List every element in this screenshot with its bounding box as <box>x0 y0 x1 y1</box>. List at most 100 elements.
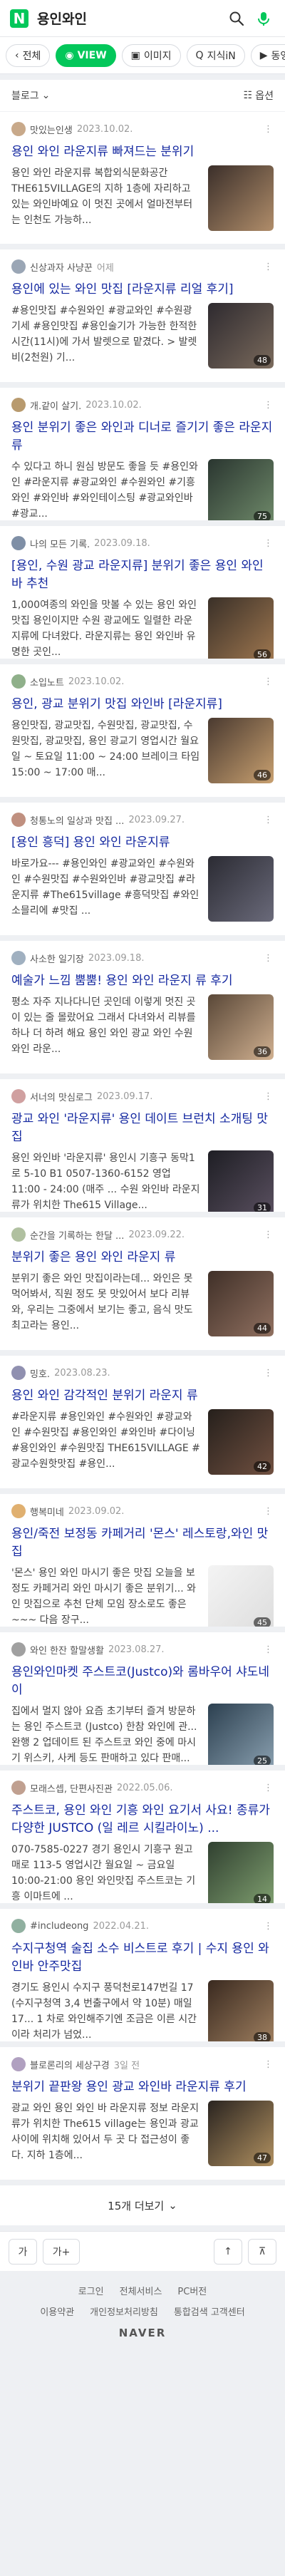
blog-name[interactable]: 신상과자 사냥꾼 <box>30 260 93 274</box>
post-thumbnail[interactable]: 46 <box>208 718 274 783</box>
blog-name[interactable]: 서너의 맛심로그 <box>30 1090 93 1103</box>
result-card[interactable]: 행복미네 2023.09.02. ⋮ 용인/죽전 보정동 카페거리 '몬스' 레… <box>0 1494 285 1627</box>
tab-kin[interactable]: Q 지식iN <box>186 43 245 67</box>
more-options-icon[interactable]: ⋮ <box>264 953 274 964</box>
result-card[interactable]: 순간을 기록하는 한달 ... 2023.09.22. ⋮ 분위기 좋은 용인 … <box>0 1217 285 1350</box>
post-title[interactable]: 용인/죽전 보정동 카페거리 '몬스' 레스토랑,와인 맛집 <box>11 1525 274 1561</box>
post-thumbnail[interactable]: 48 <box>208 303 274 369</box>
footer-link[interactable]: 전체서비스 <box>120 2284 162 2297</box>
post-snippet[interactable]: 1,000여종의 와인을 맛볼 수 있는 용인 와인 맛집 용인이지만 수원 광… <box>11 597 201 659</box>
avatar[interactable] <box>11 1366 26 1380</box>
more-options-icon[interactable]: ⋮ <box>264 2059 274 2070</box>
post-title[interactable]: 분위기 끝판왕 용인 광교 와인바 라운지류 후기 <box>11 2078 274 2096</box>
post-snippet[interactable]: 용인 와인 라운지류 복합외식문화공간 THE615VILLAGE의 지하 1층… <box>11 165 201 228</box>
post-snippet[interactable]: 수 있다고 하니 원심 방문도 좋을 듯 #용인와인 #라운지류 #광교와인 #… <box>11 459 201 520</box>
post-title[interactable]: 용인, 광교 분위기 맛집 와인바 [라운지류] <box>11 696 274 713</box>
blog-name[interactable]: 나의 모든 기록. <box>30 537 90 550</box>
more-options-icon[interactable]: ⋮ <box>264 1091 274 1102</box>
text-size-small-button[interactable]: 가 <box>9 2238 37 2265</box>
post-snippet[interactable]: 용인맛집, 광교맛집, 수원맛집, 광교맛집, 수원맛집, 광교맛집, 용인 광… <box>11 718 201 780</box>
post-snippet[interactable]: #용인맛집 #수원와인 #광교와인 #수원광기세 #용인맛집 #용인술기가 가능… <box>11 303 201 366</box>
tab-image[interactable]: ▣ 이미지 <box>121 43 181 67</box>
avatar[interactable] <box>11 536 26 550</box>
blog-name[interactable]: 소입노트 <box>30 675 64 689</box>
avatar[interactable] <box>11 122 26 136</box>
search-query[interactable]: 용인와인 <box>37 9 221 28</box>
avatar[interactable] <box>11 398 26 412</box>
more-options-icon[interactable]: ⋮ <box>264 538 274 549</box>
tab-video[interactable]: ▶ 동영상 <box>250 43 285 67</box>
avatar[interactable] <box>11 1781 26 1795</box>
post-title[interactable]: 용인 분위기 좋은 와인과 디너로 즐기기 좋은 라운지류 <box>11 419 274 455</box>
result-card[interactable]: 청통노의 일상과 맛집 ... 2023.09.27. ⋮ [용인 흥덕] 용인… <box>0 803 285 935</box>
post-thumbnail[interactable]: 14 <box>208 1842 274 1903</box>
blog-name[interactable]: 모래스셉, 단편사진관 <box>30 1781 113 1795</box>
more-options-icon[interactable]: ⋮ <box>264 400 274 411</box>
microphone-icon[interactable] <box>252 7 275 30</box>
post-snippet[interactable]: '몬스' 용인 와인 마시기 좋은 맛집 오늘을 보정도 카페거리 와인 마시기… <box>11 1565 201 1627</box>
footer-link[interactable]: PC버전 <box>177 2284 207 2297</box>
blog-name[interactable]: 블로론리의 세상구경 <box>30 2058 110 2071</box>
post-title[interactable]: [용인 흥덕] 용인 와인 라운지류 <box>11 834 274 852</box>
blog-name[interactable]: 행복미네 <box>30 1505 64 1518</box>
footer-link[interactable]: 개인정보처리방침 <box>90 2304 158 2318</box>
result-card[interactable]: 개.같이 살기. 2023.10.02. ⋮ 용인 분위기 좋은 와인과 디너로… <box>0 388 285 520</box>
avatar[interactable] <box>11 259 26 274</box>
blog-name[interactable]: 순간을 기록하는 한달 ... <box>30 1228 124 1242</box>
post-title[interactable]: 예술가 느낌 뿜뿜! 용인 와인 라운지 류 후기 <box>11 972 274 990</box>
avatar[interactable] <box>11 813 26 827</box>
post-snippet[interactable]: 경기도 용인시 수지구 풍덕천로147번길 17 (수지구청역 3,4 번출구에… <box>11 1980 201 2041</box>
post-thumbnail[interactable]: 31 <box>208 1150 274 1212</box>
result-card[interactable]: 맛있는인생 2023.10.02. ⋮ 용인 와인 라운지류 빠져드는 분위기 … <box>0 111 285 244</box>
post-thumbnail[interactable]: 42 <box>208 1409 274 1475</box>
back-to-top-button[interactable]: ↑ <box>214 2238 242 2265</box>
post-thumbnail[interactable]: 47 <box>208 2101 274 2166</box>
post-snippet[interactable]: 바로가요--- #용인와인 #광교와인 #수원와인 #수원맛집 #수원와인바 #… <box>11 856 201 919</box>
more-options-icon[interactable]: ⋮ <box>264 1783 274 1793</box>
tab-view[interactable]: ◉ VIEW <box>56 43 116 67</box>
more-button[interactable]: 15개 더보기 ⌄ <box>108 2198 177 2213</box>
post-title[interactable]: 주스트코, 용인 와인 기흥 와인 요기서 사요! 종류가 다양한 JUSTCO… <box>11 1802 274 1838</box>
avatar[interactable] <box>11 674 26 689</box>
avatar[interactable] <box>11 1919 26 1933</box>
result-card[interactable]: #includeong 2022.04.21. ⋮ 수지구청역 술집 소수 비스… <box>0 1909 285 2041</box>
pin-button[interactable]: ⊼ <box>248 2238 276 2265</box>
more-options-icon[interactable]: ⋮ <box>264 815 274 825</box>
result-card[interactable]: 모래스셉, 단편사진관 2022.05.06. ⋮ 주스트코, 용인 와인 기흥… <box>0 1771 285 1903</box>
result-card[interactable]: 와인 한잔 할말생활 2023.08.27. ⋮ 용인와인마켓 주스트코(Jus… <box>0 1632 285 1765</box>
result-card[interactable]: 소입노트 2023.10.02. ⋮ 용인, 광교 분위기 맛집 와인바 [라운… <box>0 664 285 797</box>
result-card[interactable]: 나의 모든 기록. 2023.09.18. ⋮ [용인, 수원 광교 라운지류]… <box>0 526 285 659</box>
result-card[interactable]: 밍호. 2023.08.23. ⋮ 용인 와인 감각적인 분위기 라운지 류 #… <box>0 1356 285 1488</box>
blog-name[interactable]: #includeong <box>30 1921 88 1932</box>
more-options-icon[interactable]: ⋮ <box>264 1921 274 1932</box>
avatar[interactable] <box>11 1089 26 1103</box>
footer-link[interactable]: 로그인 <box>78 2284 104 2297</box>
avatar[interactable] <box>11 951 26 965</box>
avatar[interactable] <box>11 1642 26 1657</box>
post-snippet[interactable]: 용인 와인바 '라운지류' 용인시 기흥구 동막1로 5-10 B1 0507-… <box>11 1150 201 1212</box>
post-snippet[interactable]: 분위기 좋은 와인 맛집이라는데... 와인은 못 먹어봐서, 직원 정도 못 … <box>11 1271 201 1334</box>
post-title[interactable]: [용인, 수원 광교 라운지류] 분위기 좋은 용인 와인바 추천 <box>11 557 274 593</box>
more-options-icon[interactable]: ⋮ <box>264 1644 274 1655</box>
post-thumbnail[interactable]: 25 <box>208 1704 274 1765</box>
post-snippet[interactable]: 070-7585-0227 경기 용인시 기흥구 원고매로 113-5 영업시간… <box>11 1842 201 1903</box>
result-card[interactable]: 블로론리의 세상구경 3일 전 ⋮ 분위기 끝판왕 용인 광교 와인바 라운지류… <box>0 2047 285 2180</box>
result-card[interactable]: 서너의 맛심로그 2023.09.17. ⋮ 광교 와인 '라운지류' 용인 데… <box>0 1079 285 1212</box>
more-options-icon[interactable]: ⋮ <box>264 676 274 687</box>
blog-name[interactable]: 맛있는인생 <box>30 123 73 136</box>
more-options-icon[interactable]: ⋮ <box>264 1506 274 1517</box>
blog-name[interactable]: 밍호. <box>30 1366 50 1380</box>
blog-name[interactable]: 청통노의 일상과 맛집 ... <box>30 813 124 827</box>
blog-name[interactable]: 사소한 일기장 <box>30 952 84 965</box>
post-thumbnail[interactable] <box>208 856 274 922</box>
search-icon[interactable] <box>225 7 248 30</box>
result-card[interactable]: 신상과자 사냥꾼 어제 ⋮ 용인에 있는 와인 맛집 [라운지류 리얼 후기] … <box>0 249 285 382</box>
post-snippet[interactable]: 집에서 멀지 않아 요즘 초기부터 즐겨 방문하는 용인 주스트코 (Justc… <box>11 1704 201 1765</box>
post-thumbnail[interactable]: 36 <box>208 994 274 1060</box>
post-thumbnail[interactable]: 75 <box>208 459 274 520</box>
post-title[interactable]: 분위기 좋은 용인 와인 라운지 류 <box>11 1249 274 1267</box>
footer-link[interactable]: 이용약관 <box>40 2304 74 2318</box>
post-thumbnail[interactable]: 44 <box>208 1271 274 1336</box>
result-card[interactable]: 사소한 일기장 2023.09.18. ⋮ 예술가 느낌 뿜뿜! 용인 와인 라… <box>0 941 285 1073</box>
blog-filter[interactable]: 블로그 ⌄ <box>11 88 50 103</box>
